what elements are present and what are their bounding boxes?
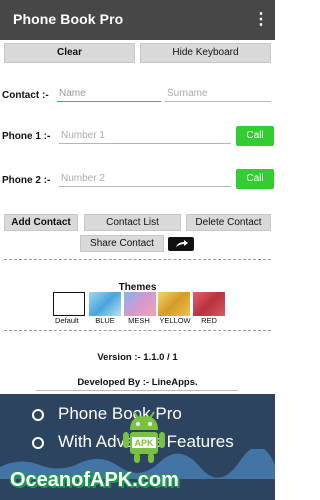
share-contact-button[interactable]: Share Contact [80,235,164,252]
share-icon[interactable] [168,237,194,251]
android-robot-icon: APK [123,411,165,463]
surname-input[interactable]: Surname [165,88,271,102]
number2-input[interactable]: Number 2 [59,173,231,187]
theme-blue-swatch[interactable] [89,292,121,316]
share-arrow-icon [176,240,188,247]
theme-label-blue: BLUE [95,316,115,325]
contact-label: Contact :- [2,90,49,101]
add-contact-button[interactable]: Add Contact [4,214,78,231]
name-input[interactable]: Name [57,88,161,102]
overflow-menu-icon[interactable]: ⋮ [253,8,269,32]
call-button-2[interactable]: Call [236,169,274,189]
divider [4,259,271,260]
theme-mesh-swatch[interactable] [124,292,156,316]
version-text: Version :- 1.1.0 / 1 [97,352,178,363]
contact-list-button[interactable]: Contact List [84,214,181,231]
call-button-1[interactable]: Call [236,126,274,146]
number1-input[interactable]: Number 1 [59,130,231,144]
theme-default-swatch[interactable] [53,292,85,316]
phone2-label: Phone 2 :- [2,175,51,186]
watermark-text: OceanofAPK.com [10,469,179,491]
theme-label-red: RED [201,316,217,325]
developer-text: Developed By :- LineApps. [77,377,198,388]
bullet-icon [32,408,44,421]
theme-label-yellow: YELLOW [159,316,191,325]
bullet-icon [32,436,44,449]
theme-red-swatch[interactable] [193,292,225,316]
delete-contact-button[interactable]: Delete Contact [186,214,271,231]
divider [4,330,271,331]
app-bar: Phone Book Pro ⋮ [0,0,275,40]
phone1-label: Phone 1 :- [2,131,51,142]
underline [36,390,238,391]
theme-label-default: Default [55,316,79,325]
clear-button[interactable]: Clear [4,43,135,63]
theme-yellow-swatch[interactable] [158,292,190,316]
hide-keyboard-button[interactable]: Hide Keyboard [140,43,271,63]
theme-label-mesh: MESH [128,316,150,325]
svg-text:APK: APK [134,438,154,448]
app-title: Phone Book Pro [13,11,124,27]
